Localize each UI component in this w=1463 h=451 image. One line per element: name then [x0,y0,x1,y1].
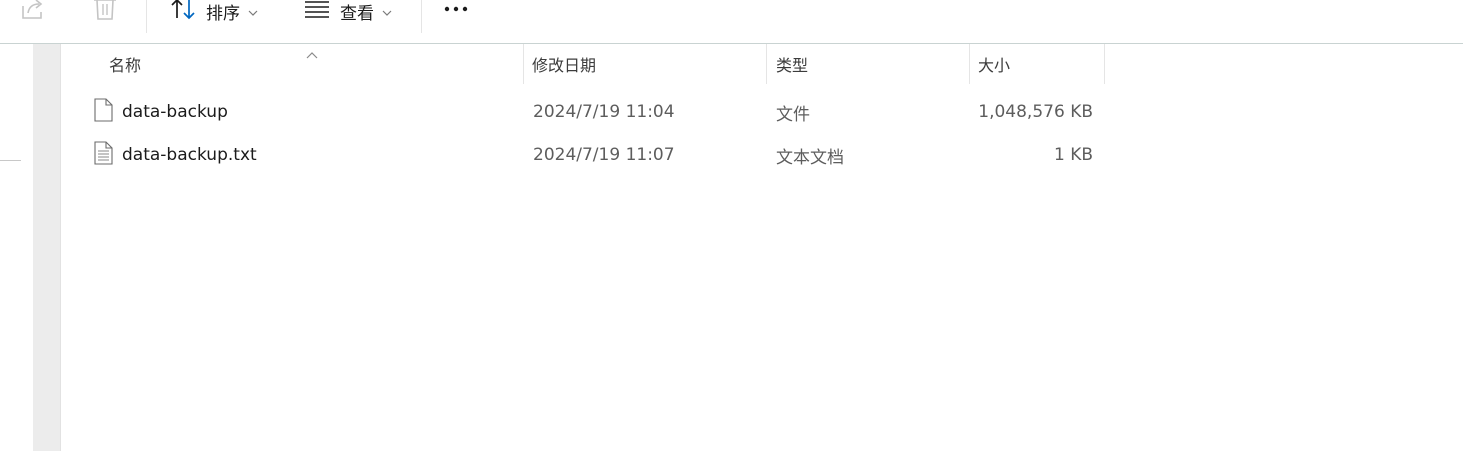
toolbar-divider [146,0,147,33]
column-header-modified[interactable]: 修改日期 [532,44,766,84]
view-label: 查看 [340,3,374,24]
column-header-type-label: 类型 [776,56,809,75]
column-header-name[interactable]: 名称 [109,44,523,84]
file-name-cell: data-backup [94,92,228,132]
command-bar: 排序 查看 [0,0,1463,44]
text-file-icon [94,140,113,170]
nav-divider [0,160,21,161]
sort-button[interactable]: 排序 [170,0,258,24]
sort-icon [170,0,196,24]
toolbar-divider [421,0,422,33]
column-resize-handle[interactable] [969,44,970,84]
column-header-size[interactable]: 大小 [978,44,1104,84]
file-explorer-window: 排序 查看 名称 修改日期 类型 大小 data-backup 2024/7/1… [0,0,1463,451]
file-size-cell: 1 KB [1053,145,1093,165]
column-header-name-label: 名称 [109,56,142,75]
column-resize-handle[interactable] [1104,44,1105,84]
delete-button[interactable] [93,0,117,22]
file-list: 名称 修改日期 类型 大小 data-backup 2024/7/19 11:0… [61,44,1463,451]
trash-icon [93,0,117,24]
column-header-modified-label: 修改日期 [532,56,597,75]
more-icon [444,0,470,24]
nav-scrollbar[interactable] [33,44,60,451]
file-name-cell: data-backup.txt [94,135,257,175]
navigation-pane [0,44,33,451]
file-row[interactable]: data-backup.txt 2024/7/19 11:07 文本文档 1 K… [61,135,1106,175]
column-header-type[interactable]: 类型 [776,44,969,84]
column-resize-handle[interactable] [766,44,767,84]
share-icon [20,0,46,24]
file-type-cell: 文本文档 [776,147,844,168]
file-name: data-backup [122,102,228,122]
file-name: data-backup.txt [122,145,257,165]
chevron-down-icon [382,2,392,21]
view-lines-icon [304,0,330,24]
file-type-cell: 文件 [776,104,810,125]
column-header-size-label: 大小 [978,56,1011,75]
column-resize-handle[interactable] [523,44,524,84]
share-button[interactable] [20,0,46,22]
file-size-cell: 1,048,576 KB [978,102,1093,122]
file-modified-cell: 2024/7/19 11:07 [533,145,675,165]
view-button[interactable]: 查看 [304,0,392,24]
sort-label: 排序 [206,3,240,24]
blank-file-icon [94,97,113,127]
file-row[interactable]: data-backup 2024/7/19 11:04 文件 1,048,576… [61,92,1106,132]
file-modified-cell: 2024/7/19 11:04 [533,102,675,122]
more-button[interactable] [444,0,470,22]
chevron-down-icon [248,2,258,21]
